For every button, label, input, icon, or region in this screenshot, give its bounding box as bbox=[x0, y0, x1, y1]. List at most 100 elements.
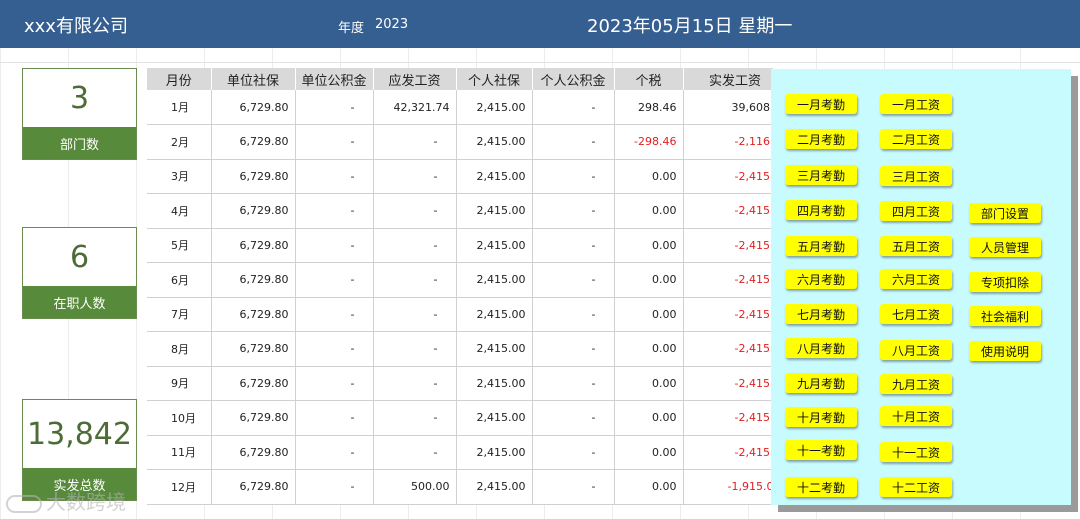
table-cell[interactable]: 500.00 bbox=[373, 469, 457, 505]
table-cell[interactable]: 3月 bbox=[147, 159, 212, 194]
table-cell[interactable]: - bbox=[373, 435, 457, 470]
table-cell[interactable]: 2,415.00 bbox=[456, 435, 533, 470]
table-cell[interactable]: 8月 bbox=[147, 331, 212, 367]
special-deduction-button[interactable]: 专项扣除 bbox=[969, 272, 1041, 292]
salary-month-button[interactable]: 八月工资 bbox=[880, 340, 952, 360]
attendance-month-button[interactable]: 一月考勤 bbox=[785, 94, 857, 114]
table-cell[interactable]: -2,415.0 bbox=[683, 331, 773, 367]
table-cell[interactable]: -2,415.0 bbox=[683, 228, 773, 263]
attendance-month-button[interactable]: 十月考勤 bbox=[785, 407, 857, 427]
table-cell[interactable]: 5月 bbox=[147, 228, 212, 263]
table-cell[interactable]: - bbox=[532, 400, 615, 436]
attendance-month-button[interactable]: 五月考勤 bbox=[785, 236, 857, 256]
table-cell[interactable]: - bbox=[532, 193, 615, 229]
attendance-month-button[interactable]: 七月考勤 bbox=[785, 304, 857, 324]
table-cell[interactable]: 39,608.2 bbox=[683, 90, 773, 125]
table-cell[interactable]: - bbox=[295, 366, 374, 401]
table-cell[interactable]: 2,415.00 bbox=[456, 124, 533, 160]
attendance-month-button[interactable]: 四月考勤 bbox=[785, 200, 857, 220]
table-cell[interactable]: - bbox=[373, 400, 457, 436]
table-cell[interactable]: 0.00 bbox=[614, 400, 684, 436]
table-cell[interactable]: 6,729.80 bbox=[211, 228, 296, 263]
table-cell[interactable]: 12月 bbox=[147, 469, 212, 505]
salary-month-button[interactable]: 七月工资 bbox=[880, 304, 952, 324]
table-cell[interactable]: - bbox=[295, 400, 374, 436]
table-cell[interactable]: 2,415.00 bbox=[456, 228, 533, 263]
social-welfare-button[interactable]: 社会福利 bbox=[969, 306, 1041, 326]
table-cell[interactable]: - bbox=[532, 90, 615, 125]
table-cell[interactable]: - bbox=[373, 297, 457, 332]
table-cell[interactable]: - bbox=[532, 297, 615, 332]
table-cell[interactable]: - bbox=[373, 262, 457, 298]
table-cell[interactable]: 6月 bbox=[147, 262, 212, 298]
attendance-month-button[interactable]: 十二考勤 bbox=[785, 477, 857, 497]
table-cell[interactable]: - bbox=[373, 124, 457, 160]
table-cell[interactable]: - bbox=[532, 366, 615, 401]
table-cell[interactable]: 6,729.80 bbox=[211, 159, 296, 194]
table-cell[interactable]: 6,729.80 bbox=[211, 435, 296, 470]
table-cell[interactable]: 4月 bbox=[147, 193, 212, 229]
salary-month-button[interactable]: 六月工资 bbox=[880, 269, 952, 289]
staff-management-button[interactable]: 人员管理 bbox=[969, 237, 1041, 257]
attendance-month-button[interactable]: 六月考勤 bbox=[785, 269, 857, 289]
table-cell[interactable]: -2,415.0 bbox=[683, 400, 773, 436]
table-cell[interactable]: 6,729.80 bbox=[211, 193, 296, 229]
department-settings-button[interactable]: 部门设置 bbox=[969, 203, 1041, 223]
attendance-month-button[interactable]: 十一考勤 bbox=[785, 440, 857, 460]
table-cell[interactable]: 6,729.80 bbox=[211, 400, 296, 436]
attendance-month-button[interactable]: 九月考勤 bbox=[785, 373, 857, 393]
table-cell[interactable]: - bbox=[532, 228, 615, 263]
table-cell[interactable]: 6,729.80 bbox=[211, 124, 296, 160]
salary-month-button[interactable]: 四月工资 bbox=[880, 201, 952, 221]
table-cell[interactable]: 2,415.00 bbox=[456, 400, 533, 436]
salary-month-button[interactable]: 一月工资 bbox=[880, 94, 952, 114]
table-cell[interactable]: - bbox=[295, 228, 374, 263]
attendance-month-button[interactable]: 三月考勤 bbox=[785, 165, 857, 185]
table-cell[interactable]: 9月 bbox=[147, 366, 212, 401]
table-cell[interactable]: -2,415.0 bbox=[683, 366, 773, 401]
table-cell[interactable]: 2,415.00 bbox=[456, 193, 533, 229]
table-cell[interactable]: 6,729.80 bbox=[211, 366, 296, 401]
table-cell[interactable]: - bbox=[295, 297, 374, 332]
table-cell[interactable]: 11月 bbox=[147, 435, 212, 470]
table-cell[interactable]: -2,415.0 bbox=[683, 159, 773, 194]
salary-month-button[interactable]: 九月工资 bbox=[880, 374, 952, 394]
table-cell[interactable]: - bbox=[532, 469, 615, 505]
table-cell[interactable]: - bbox=[373, 159, 457, 194]
salary-month-button[interactable]: 十月工资 bbox=[880, 406, 952, 426]
table-cell[interactable]: -298.46 bbox=[614, 124, 684, 160]
table-cell[interactable]: -1,915.00 bbox=[683, 469, 773, 505]
year-value[interactable]: 2023 bbox=[375, 17, 408, 32]
table-cell[interactable]: - bbox=[295, 331, 374, 367]
table-cell[interactable]: - bbox=[373, 228, 457, 263]
salary-month-button[interactable]: 五月工资 bbox=[880, 236, 952, 256]
attendance-month-button[interactable]: 八月考勤 bbox=[785, 338, 857, 358]
table-cell[interactable]: -2,415.0 bbox=[683, 297, 773, 332]
table-cell[interactable]: - bbox=[373, 193, 457, 229]
table-cell[interactable]: - bbox=[532, 262, 615, 298]
table-cell[interactable]: 2,415.00 bbox=[456, 297, 533, 332]
table-cell[interactable]: - bbox=[295, 262, 374, 298]
table-cell[interactable]: 6,729.80 bbox=[211, 90, 296, 125]
table-cell[interactable]: 0.00 bbox=[614, 366, 684, 401]
table-cell[interactable]: -2,415.0 bbox=[683, 262, 773, 298]
table-cell[interactable]: - bbox=[295, 159, 374, 194]
table-cell[interactable]: 7月 bbox=[147, 297, 212, 332]
table-cell[interactable]: 2,415.00 bbox=[456, 331, 533, 367]
table-cell[interactable]: 2月 bbox=[147, 124, 212, 160]
table-cell[interactable]: 0.00 bbox=[614, 228, 684, 263]
table-cell[interactable]: 2,415.00 bbox=[456, 262, 533, 298]
table-cell[interactable]: 10月 bbox=[147, 400, 212, 436]
user-guide-button[interactable]: 使用说明 bbox=[969, 341, 1041, 361]
table-cell[interactable]: 2,415.00 bbox=[456, 366, 533, 401]
table-cell[interactable]: 6,729.80 bbox=[211, 297, 296, 332]
table-cell[interactable]: 6,729.80 bbox=[211, 469, 296, 505]
table-cell[interactable]: - bbox=[295, 90, 374, 125]
table-cell[interactable]: -2,116.5 bbox=[683, 124, 773, 160]
table-cell[interactable]: 0.00 bbox=[614, 297, 684, 332]
salary-month-button[interactable]: 十一工资 bbox=[880, 442, 952, 462]
table-cell[interactable]: - bbox=[373, 331, 457, 367]
table-cell[interactable]: 0.00 bbox=[614, 435, 684, 470]
table-cell[interactable]: 0.00 bbox=[614, 469, 684, 505]
table-cell[interactable]: 2,415.00 bbox=[456, 159, 533, 194]
